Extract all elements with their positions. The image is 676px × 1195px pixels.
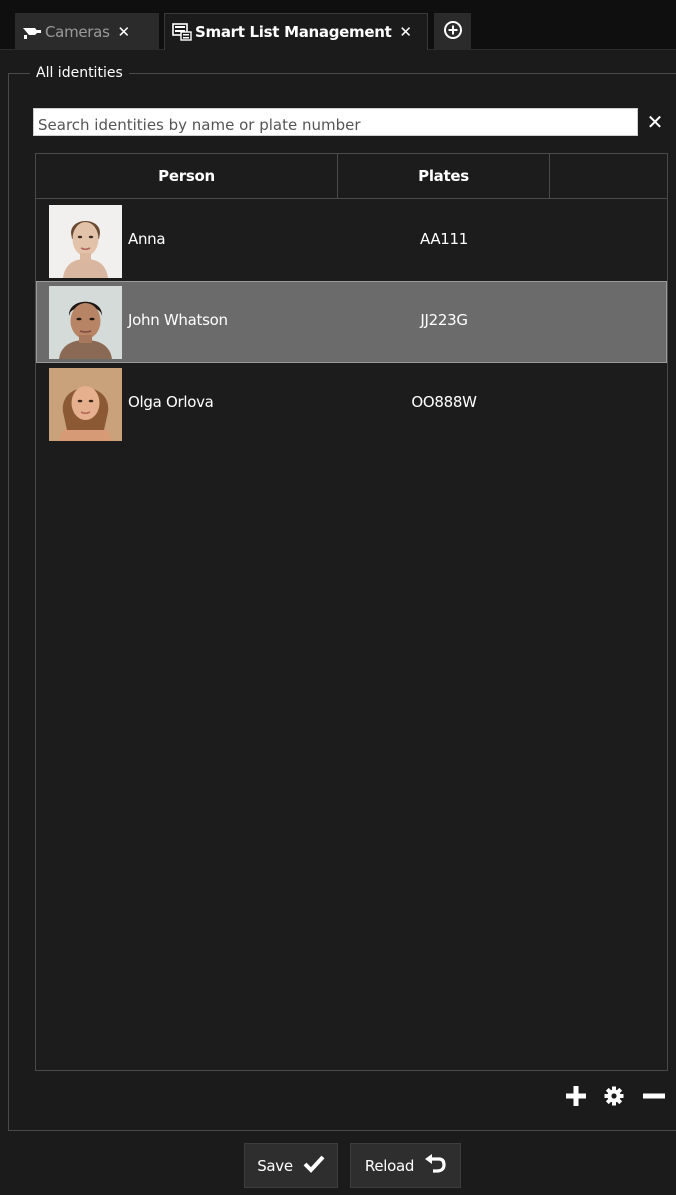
remove-identity-button[interactable] bbox=[640, 1084, 667, 1111]
reload-button-label: Reload bbox=[364, 1156, 415, 1175]
search-input[interactable] bbox=[33, 108, 638, 136]
identities-table: Person Plates Anna AA111 John Whatson JJ… bbox=[35, 153, 668, 1071]
gear-icon bbox=[604, 1086, 624, 1110]
table-row[interactable]: John Whatson JJ223G bbox=[36, 281, 667, 363]
plate-number: OO888W bbox=[411, 393, 477, 411]
reload-button[interactable]: Reload bbox=[350, 1143, 461, 1188]
undo-arrow-icon bbox=[424, 1153, 446, 1178]
tab-cameras-label: Cameras bbox=[45, 22, 110, 41]
tab-bar: Cameras ✕ Smart List Management ✕ bbox=[0, 0, 676, 50]
plus-circle-icon bbox=[443, 20, 463, 44]
close-icon[interactable]: ✕ bbox=[396, 23, 414, 41]
save-button[interactable]: Save bbox=[244, 1143, 338, 1188]
list-monitor-icon bbox=[169, 22, 195, 42]
add-identity-button[interactable] bbox=[562, 1084, 589, 1111]
person-name: Anna bbox=[128, 230, 166, 248]
table-row[interactable]: Anna AA111 bbox=[36, 200, 667, 282]
plate-number: AA111 bbox=[419, 230, 469, 248]
cctv-camera-icon bbox=[19, 22, 45, 42]
tab-cameras[interactable]: Cameras ✕ bbox=[15, 13, 159, 50]
column-header-extra[interactable] bbox=[550, 154, 667, 198]
add-tab-button[interactable] bbox=[434, 13, 471, 50]
column-header-plates[interactable]: Plates bbox=[338, 154, 550, 198]
tab-smart-list-management[interactable]: Smart List Management ✕ bbox=[164, 13, 428, 50]
save-button-label: Save bbox=[257, 1156, 293, 1175]
close-icon[interactable]: ✕ bbox=[115, 23, 133, 41]
table-row[interactable]: Olga Orlova OO888W bbox=[36, 363, 667, 445]
column-header-person[interactable]: Person bbox=[36, 154, 338, 198]
tab-smart-list-management-label: Smart List Management bbox=[195, 23, 392, 41]
plate-number: JJ223G bbox=[420, 311, 468, 329]
plus-icon bbox=[565, 1085, 587, 1111]
table-header: Person Plates bbox=[36, 154, 667, 199]
person-photo bbox=[49, 286, 122, 359]
minus-icon bbox=[642, 1085, 666, 1111]
person-photo bbox=[49, 368, 122, 441]
person-name: Olga Orlova bbox=[128, 393, 214, 411]
group-title: All identities bbox=[30, 65, 129, 81]
checkmark-icon bbox=[303, 1155, 325, 1177]
person-photo bbox=[49, 205, 122, 278]
settings-button[interactable] bbox=[600, 1084, 627, 1111]
smart-list-management-window: Cameras ✕ Smart List Management ✕ All id… bbox=[0, 0, 676, 1195]
clear-search-button[interactable]: ✕ bbox=[642, 109, 668, 135]
close-icon: ✕ bbox=[646, 110, 664, 134]
person-name: John Whatson bbox=[128, 311, 228, 329]
